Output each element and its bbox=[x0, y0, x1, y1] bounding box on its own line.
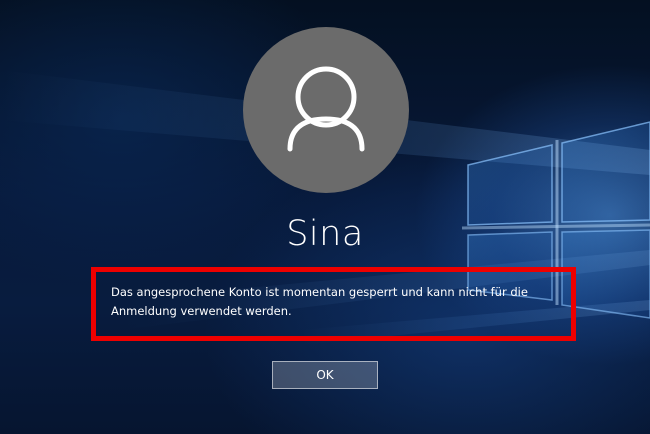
login-screen: Sina Das angesprochene Konto ist momenta… bbox=[0, 0, 650, 434]
user-avatar bbox=[243, 27, 409, 193]
ok-button[interactable]: OK bbox=[272, 361, 378, 389]
user-name: Sina bbox=[286, 214, 364, 254]
user-silhouette-icon bbox=[287, 66, 365, 152]
account-locked-message: Das angesprochene Konto ist momentan ges… bbox=[111, 285, 528, 318]
